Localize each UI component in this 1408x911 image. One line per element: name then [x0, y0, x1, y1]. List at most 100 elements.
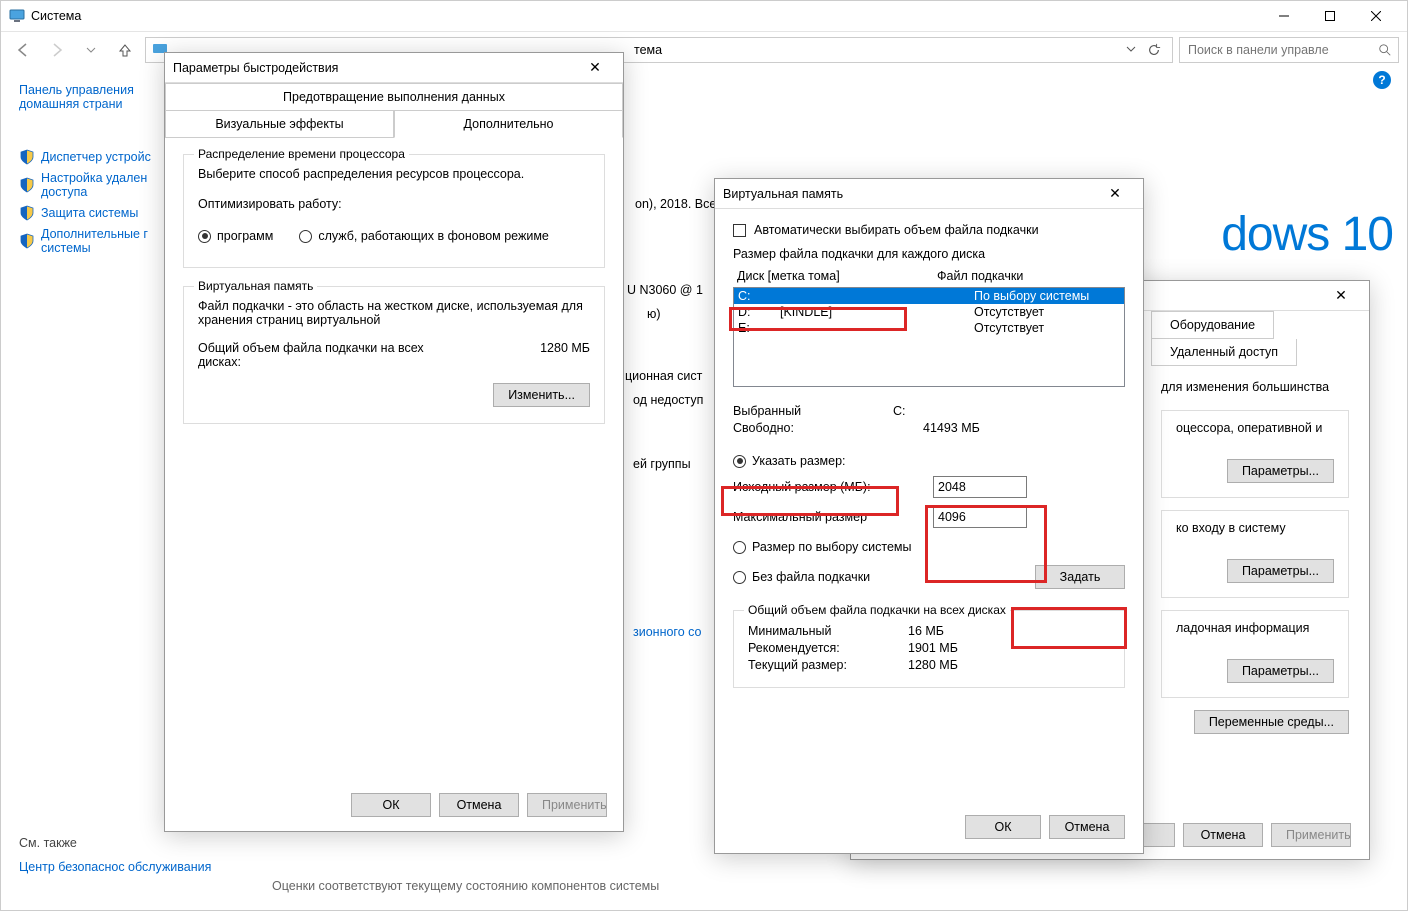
tab-advanced[interactable]: Дополнительно [394, 110, 623, 138]
cancel-button[interactable]: Отмена [1049, 815, 1125, 839]
dialog-titlebar[interactable]: Параметры быстродействия ✕ [165, 53, 623, 83]
drive-list[interactable]: C: По выбору системы D: [KINDLE] Отсутст… [733, 287, 1125, 387]
admin-note: для изменения большинства [1161, 380, 1349, 394]
virtual-memory-group: Виртуальная память Файл подкачки - это о… [183, 286, 605, 424]
free-space-label: Свободно: [733, 421, 893, 435]
drive-row-d[interactable]: D: [KINDLE] Отсутствует [734, 304, 1124, 320]
info-text: on), 2018. Все [635, 197, 716, 211]
tab-dep[interactable]: Предотвращение выполнения данных [165, 83, 623, 110]
virtual-memory-dialog: Виртуальная память ✕ Автоматически выбир… [714, 178, 1144, 854]
optimize-label: Оптимизировать работу: [198, 197, 590, 211]
info-text: ей группы [633, 457, 691, 471]
profiles-params-button[interactable]: Параметры... [1227, 559, 1334, 583]
info-text: U N3060 @ 1 [627, 283, 703, 297]
search-icon [1378, 43, 1392, 57]
link-label: Защита системы [41, 206, 138, 220]
link-label: Дополнительные г системы [41, 227, 165, 255]
initial-size-input[interactable] [933, 476, 1027, 498]
address-dropdown-icon[interactable] [1126, 43, 1136, 57]
rec-value: 1901 МБ [908, 641, 958, 655]
initial-size-label: Исходный размер (МБ): [733, 480, 933, 494]
close-icon[interactable]: ✕ [1095, 180, 1135, 208]
group-title: Распределение времени процессора [194, 147, 409, 161]
left-panel: Панель управления домашняя страни Диспет… [1, 67, 173, 910]
env-vars-button[interactable]: Переменные среды... [1194, 710, 1349, 734]
hint-text: Оценки соответствуют текущему состоянию … [272, 879, 659, 893]
device-manager-link[interactable]: Диспетчер устройс [19, 149, 165, 165]
radio-programs[interactable]: программ [198, 229, 273, 243]
performance-params-button[interactable]: Параметры... [1227, 459, 1334, 483]
window-title: Система [31, 9, 81, 23]
col-drive: Диск [метка тома] [737, 269, 937, 283]
activation-link[interactable]: зионного со [633, 625, 701, 639]
performance-options-dialog: Параметры быстродействия ✕ Предотвращени… [164, 52, 624, 832]
startup-params-button[interactable]: Параметры... [1227, 659, 1334, 683]
group-text: Выберите способ распределения ресурсов п… [198, 167, 590, 181]
free-space-value: 41493 МБ [923, 421, 980, 435]
radio-icon [733, 571, 746, 584]
close-button[interactable] [1353, 1, 1399, 31]
set-button[interactable]: Задать [1035, 565, 1125, 589]
drive-row-e[interactable]: E: Отсутствует [734, 320, 1124, 336]
close-icon[interactable]: ✕ [575, 54, 615, 82]
profile-text: ко входу в систему [1176, 521, 1334, 535]
auto-manage-checkbox[interactable]: Автоматически выбирать объем файла подка… [733, 223, 1125, 237]
cpu-scheduling-group: Распределение времени процессора Выберит… [183, 154, 605, 268]
control-panel-home-link[interactable]: Панель управления домашняя страни [19, 83, 165, 111]
apply-button[interactable]: Применить [527, 793, 607, 817]
cancel-button[interactable]: Отмена [439, 793, 519, 817]
radio-services[interactable]: служб, работающих в фоновом режиме [299, 229, 549, 243]
max-size-label: Максимальный размер [733, 510, 933, 524]
cur-label: Текущий размер: [748, 658, 908, 672]
advanced-system-link[interactable]: Дополнительные г системы [19, 227, 165, 255]
search-box[interactable] [1179, 37, 1399, 63]
shield-icon [19, 205, 35, 221]
tab-hardware[interactable]: Оборудование [1151, 311, 1274, 339]
startup-text: ладочная информация [1176, 621, 1334, 635]
min-label: Минимальный [748, 624, 908, 638]
total-label: Общий объем файла подкачки на всех диска… [198, 341, 468, 369]
radio-no-pagefile[interactable]: Без файла подкачки [733, 570, 870, 584]
cancel-button[interactable]: Отмена [1183, 823, 1263, 847]
dialog-title: Виртуальная память [723, 187, 843, 201]
dialog-titlebar[interactable]: Виртуальная память ✕ [715, 179, 1143, 209]
max-size-input[interactable] [933, 506, 1027, 528]
rec-label: Рекомендуется: [748, 641, 908, 655]
link-label: Настройка удален доступа [41, 171, 165, 199]
minimize-button[interactable] [1261, 1, 1307, 31]
shield-icon [19, 149, 35, 165]
system-protection-link[interactable]: Защита системы [19, 205, 165, 221]
selected-drive-value: C: [893, 404, 906, 418]
titlebar: Система [1, 1, 1407, 31]
maximize-button[interactable] [1307, 1, 1353, 31]
info-text: ю) [647, 307, 661, 321]
per-drive-label: Размер файла подкачки для каждого диска [733, 247, 1125, 261]
back-button[interactable] [9, 36, 37, 64]
radio-system-managed[interactable]: Размер по выбору системы [733, 540, 1125, 554]
up-button[interactable] [111, 36, 139, 64]
tab-remote[interactable]: Удаленный доступ [1151, 339, 1297, 366]
radio-icon [733, 455, 746, 468]
min-value: 16 МБ [908, 624, 944, 638]
radio-icon [299, 230, 312, 243]
perf-text: оцессора, оперативной и [1176, 421, 1334, 435]
radio-icon [198, 230, 211, 243]
remote-settings-link[interactable]: Настройка удален доступа [19, 171, 165, 199]
info-text: од недоступ [633, 393, 703, 407]
forward-button[interactable] [43, 36, 71, 64]
radio-custom-size[interactable]: Указать размер: [733, 454, 1125, 468]
change-button[interactable]: Изменить... [493, 383, 590, 407]
ok-button[interactable]: ОК [351, 793, 431, 817]
close-icon[interactable]: ✕ [1321, 282, 1361, 310]
col-pagefile: Файл подкачки [937, 269, 1023, 283]
drive-row-c[interactable]: C: По выбору системы [734, 288, 1124, 304]
recent-dropdown[interactable] [77, 36, 105, 64]
checkbox-icon [733, 224, 746, 237]
apply-button[interactable]: Применить [1271, 823, 1351, 847]
tab-visual-effects[interactable]: Визуальные эффекты [165, 110, 394, 138]
refresh-button[interactable] [1142, 38, 1166, 62]
address-text: тема [634, 43, 662, 57]
shield-icon [19, 233, 35, 249]
ok-button[interactable]: ОК [965, 815, 1041, 839]
search-input[interactable] [1186, 42, 1378, 58]
